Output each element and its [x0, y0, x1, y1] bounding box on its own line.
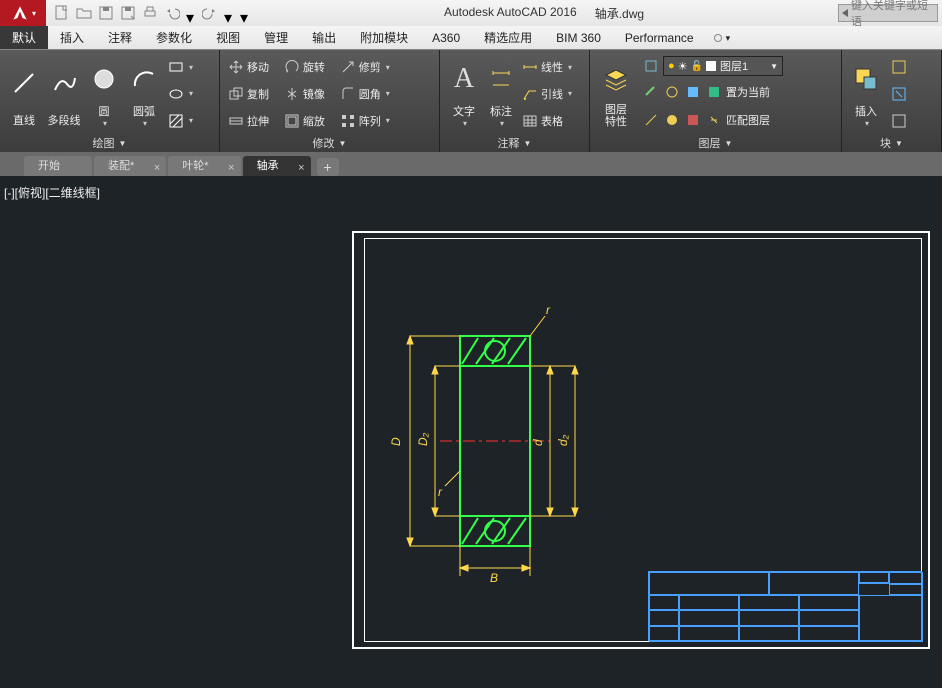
undo-icon[interactable]	[164, 5, 180, 21]
quick-access-toolbar: ▾ ▾ ▾	[54, 5, 250, 21]
panel-modify-label[interactable]: 修改▼	[224, 134, 435, 152]
play-icon	[842, 9, 848, 17]
panel-block-label[interactable]: 块▼	[846, 134, 937, 152]
ellipse-button[interactable]: ▾	[168, 82, 193, 106]
hatch-button[interactable]: ▾	[168, 109, 193, 133]
dim-r-top: r	[546, 306, 551, 317]
drawing-canvas[interactable]: [-][俯视][二维线框]	[0, 176, 942, 688]
print-icon[interactable]	[142, 5, 158, 21]
panel-layers: 图层 特性 ● ☀ 🔓 图层1 ▼	[590, 50, 842, 152]
panel-layers-label[interactable]: 图层▼	[594, 134, 837, 152]
bulb-icon: ●	[668, 60, 675, 72]
layer-match[interactable]: 匹配图层	[642, 108, 833, 132]
ribbon-tab-output[interactable]: 输出	[300, 26, 348, 49]
panel-modify: 移动 旋转 修剪▾ 复制 镜像 圆角▾ 拉伸 缩放 阵列▾ 修改▼	[220, 50, 440, 152]
panel-block: 插入▾ 块▼	[842, 50, 942, 152]
draw-extra-col: ▾ ▾ ▾	[164, 54, 197, 134]
chevron-down-icon: ▾	[32, 9, 36, 18]
qat-customize-dropdown[interactable]: ▾	[240, 8, 250, 18]
ribbon-tab-param[interactable]: 参数化	[144, 26, 204, 49]
title-block	[648, 571, 922, 641]
line-button[interactable]: 直线	[4, 54, 44, 130]
panel-annotate: A 文字▾ 标注▾ 线性▾ 引线▾ 表格 注释▼	[440, 50, 590, 152]
edit-block-icon[interactable]	[890, 85, 908, 103]
bearing-drawing: D D₂ d d₂ B r r	[390, 306, 610, 586]
close-icon[interactable]: ×	[298, 158, 304, 178]
document-tab-strip: 开始 装配*× 叶轮*× 轴承× +	[0, 152, 942, 176]
table-button[interactable]: 表格	[522, 109, 572, 133]
close-icon[interactable]: ×	[154, 158, 160, 178]
layer-combo[interactable]: ● ☀ 🔓 图层1 ▼	[663, 56, 783, 76]
ribbon-tab-annotate[interactable]: 注释	[96, 26, 144, 49]
chevron-down-icon: ▼	[770, 62, 778, 71]
circle-button[interactable]: 圆▾	[84, 54, 124, 130]
dim-button[interactable]: 标注▾	[484, 54, 518, 130]
ribbon-tab-default[interactable]: 默认	[0, 26, 48, 49]
dim-D: D	[390, 437, 403, 446]
doc-tab-start[interactable]: 开始	[24, 156, 92, 176]
lock-icon: 🔓	[691, 61, 703, 72]
copy-button[interactable]: 复制 镜像 圆角▾	[228, 82, 431, 106]
ribbon-tab-extra[interactable]: ▾	[706, 26, 739, 49]
doc-tab-yelun[interactable]: 叶轮*×	[168, 156, 240, 176]
doc-tab-zhuangpei[interactable]: 装配*×	[94, 156, 166, 176]
file-name: 轴承.dwg	[595, 5, 644, 22]
new-doc-button[interactable]: +	[317, 158, 339, 176]
attr-block-icon[interactable]	[890, 112, 908, 130]
title-right-tools: 键入关键字或短语	[838, 4, 938, 22]
ribbon-tab-insert[interactable]: 插入	[48, 26, 96, 49]
dim-d: d	[531, 439, 545, 446]
title-bar: ▾ ▾ ▾ ▾ Autodesk AutoCAD 2016 轴承.dwg 键入关…	[0, 0, 942, 26]
close-icon[interactable]: ×	[228, 158, 234, 178]
ribbon: 直线 多段线 圆▾ 圆弧▾ ▾ ▾ ▾ 绘图▼	[0, 50, 942, 152]
ribbon-tab-view[interactable]: 视图	[204, 26, 252, 49]
move-button[interactable]: 移动 旋转 修剪▾	[228, 55, 431, 79]
dim-B: B	[490, 571, 498, 585]
create-block-icon[interactable]	[890, 58, 908, 76]
app-name: Autodesk AutoCAD 2016	[444, 5, 577, 22]
undo-dropdown[interactable]: ▾	[186, 8, 196, 18]
save-icon[interactable]	[98, 5, 114, 21]
dim-r-left: r	[438, 485, 443, 499]
new-icon[interactable]	[54, 5, 70, 21]
saveas-icon[interactable]	[120, 5, 136, 21]
redo-dropdown[interactable]: ▾	[224, 8, 234, 18]
sun-icon: ☀	[678, 60, 688, 73]
ribbon-tab-bim360[interactable]: BIM 360	[544, 26, 613, 49]
dim-D2: D₂	[416, 432, 430, 446]
linear-button[interactable]: 线性▾	[522, 55, 572, 79]
leader-button[interactable]: 引线▾	[522, 82, 572, 106]
ribbon-tab-a360[interactable]: A360	[420, 26, 472, 49]
arc-button[interactable]: 圆弧▾	[124, 54, 164, 130]
redo-icon[interactable]	[202, 5, 218, 21]
layer-make-current[interactable]: 置为当前	[642, 80, 833, 104]
ribbon-tab-addon[interactable]: 附加模块	[348, 26, 420, 49]
panel-draw: 直线 多段线 圆▾ 圆弧▾ ▾ ▾ ▾ 绘图▼	[0, 50, 220, 152]
help-search-input[interactable]: 键入关键字或短语	[838, 4, 938, 22]
layer-iso-icon[interactable]	[642, 57, 660, 75]
open-icon[interactable]	[76, 5, 92, 21]
polyline-button[interactable]: 多段线	[44, 54, 84, 130]
doc-tab-zhoucheng[interactable]: 轴承×	[243, 156, 311, 176]
ribbon-tab-strip: 默认 插入 注释 参数化 视图 管理 输出 附加模块 A360 精选应用 BIM…	[0, 26, 942, 50]
stretch-button[interactable]: 拉伸 缩放 阵列▾	[228, 109, 431, 133]
ribbon-tab-perf[interactable]: Performance	[613, 26, 706, 49]
panel-draw-label[interactable]: 绘图▼	[4, 134, 215, 152]
insert-block-button[interactable]: 插入▾	[846, 54, 886, 130]
ribbon-tab-manage[interactable]: 管理	[252, 26, 300, 49]
app-menu-button[interactable]: ▾	[0, 0, 46, 26]
layer-props-button[interactable]: 图层 特性	[594, 54, 638, 130]
rect-button[interactable]: ▾	[168, 55, 193, 79]
dim-d2: d₂	[556, 434, 570, 446]
window-title: Autodesk AutoCAD 2016 轴承.dwg	[250, 5, 838, 22]
text-button[interactable]: A 文字▾	[444, 54, 484, 130]
viewport-label[interactable]: [-][俯视][二维线框]	[4, 184, 100, 201]
layer-color-swatch	[706, 61, 716, 71]
ribbon-tab-featured[interactable]: 精选应用	[472, 26, 544, 49]
panel-annotate-label[interactable]: 注释▼	[444, 134, 585, 152]
